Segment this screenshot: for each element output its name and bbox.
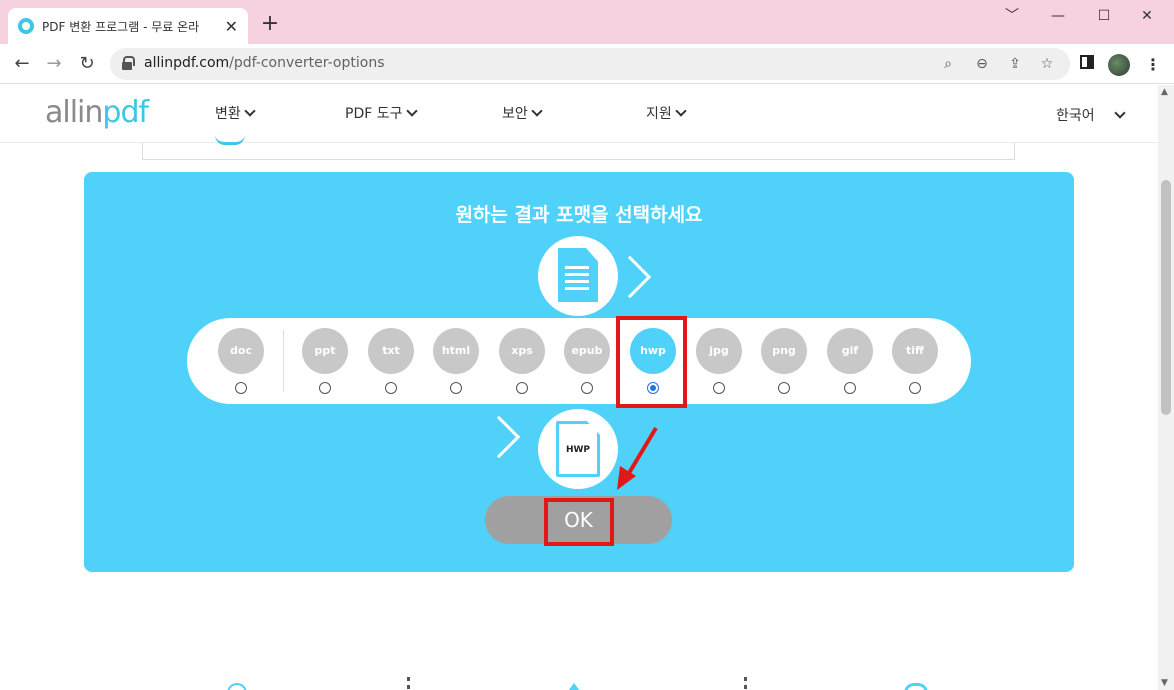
search-icon[interactable]: ⌕ <box>938 54 958 74</box>
format-radio-ppt[interactable] <box>319 382 331 394</box>
chevron-down-icon[interactable] <box>1114 107 1126 119</box>
bookmark-star-icon[interactable]: ☆ <box>1037 54 1057 74</box>
site-header: allinpdf 변환 PDF 도구 보안 지원 한국어 <box>0 85 1158 143</box>
new-tab-button[interactable]: + <box>258 12 282 36</box>
menu-kebab-icon[interactable]: ⋮ <box>1142 54 1164 76</box>
format-radio-txt[interactable] <box>385 382 397 394</box>
previous-section-box <box>142 143 1015 160</box>
browser-tab[interactable]: PDF 변환 프로그램 - 무료 온라 ✕ <box>8 8 248 44</box>
chevron-down-icon <box>244 105 256 117</box>
feature-icon <box>568 683 580 690</box>
format-radio-gif[interactable] <box>844 382 856 394</box>
feature-icon <box>904 683 928 690</box>
language-selector[interactable]: 한국어 <box>1056 105 1095 125</box>
hwp-file-icon: HWP <box>538 409 618 489</box>
format-options-bar: doc ppt txt html xps epub hwp jpg png gi… <box>187 318 971 404</box>
forward-button[interactable]: → <box>42 52 66 76</box>
menu-support[interactable]: 지원 <box>646 103 687 123</box>
format-radio-jpg[interactable] <box>713 382 725 394</box>
menu-security[interactable]: 보안 <box>502 103 543 123</box>
web-page: allinpdf 변환 PDF 도구 보안 지원 한국어 원하는 결과 포맷을 … <box>0 85 1158 690</box>
chevron-down-icon <box>675 105 687 117</box>
format-select-panel: 원하는 결과 포맷을 선택하세요 doc ppt txt html xps ep… <box>84 172 1074 572</box>
format-option-xps[interactable]: xps <box>499 328 545 394</box>
tab-close-icon[interactable]: ✕ <box>225 17 238 36</box>
format-option-jpg[interactable]: jpg <box>696 328 742 394</box>
format-option-ppt[interactable]: ppt <box>302 328 348 394</box>
lock-icon <box>122 56 135 70</box>
format-option-html[interactable]: html <box>433 328 479 394</box>
divider-dots <box>744 677 747 689</box>
reload-button[interactable]: ↻ <box>75 52 99 76</box>
format-radio-html[interactable] <box>450 382 462 394</box>
format-option-doc[interactable]: doc <box>218 328 264 394</box>
share-icon[interactable]: ⇪ <box>1005 54 1025 74</box>
feature-icon <box>227 683 247 690</box>
browser-toolbar: ← → ↻ allinpdf.com/pdf-converter-options… <box>0 44 1174 84</box>
scroll-thumb[interactable] <box>1161 180 1171 415</box>
scroll-down-icon[interactable]: ▼ <box>1161 678 1168 688</box>
document-icon <box>538 236 618 316</box>
format-option-gif[interactable]: gif <box>827 328 873 394</box>
back-button[interactable]: ← <box>10 52 34 76</box>
format-radio-tiff[interactable] <box>909 382 921 394</box>
format-radio-png[interactable] <box>778 382 790 394</box>
url-text: allinpdf.com/pdf-converter-options <box>144 55 385 71</box>
format-radio-epub[interactable] <box>581 382 593 394</box>
zoom-icon[interactable]: ⊖ <box>972 54 992 74</box>
address-bar[interactable]: allinpdf.com/pdf-converter-options ⌕ ⊖ ⇪… <box>110 48 1070 80</box>
tab-search-icon[interactable]: ﹀ <box>989 4 1035 28</box>
side-panel-icon[interactable] <box>1076 54 1098 76</box>
panel-title: 원하는 결과 포맷을 선택하세요 <box>455 204 703 226</box>
browser-titlebar: PDF 변환 프로그램 - 무료 온라 ✕ + ﹀ — ☐ ✕ <box>0 0 1174 44</box>
minimize-button[interactable]: — <box>1035 4 1081 28</box>
close-window-button[interactable]: ✕ <box>1124 4 1170 28</box>
tab-title: PDF 변환 프로그램 - 무료 온라 <box>42 19 200 34</box>
divider-dots <box>407 677 410 689</box>
format-option-epub[interactable]: epub <box>564 328 610 394</box>
chevron-down-icon <box>405 105 418 117</box>
menu-convert[interactable]: 변환 <box>215 103 256 123</box>
format-option-txt[interactable]: txt <box>368 328 414 394</box>
highlight-box-ok <box>544 498 614 546</box>
page-scrollbar[interactable]: ▲ ▼ <box>1158 85 1174 690</box>
profile-avatar[interactable] <box>1108 54 1130 76</box>
chevron-down-icon <box>531 105 543 117</box>
format-radio-xps[interactable] <box>516 382 528 394</box>
scroll-up-icon[interactable]: ▲ <box>1161 87 1168 97</box>
format-divider <box>283 330 284 392</box>
chevron-right-icon <box>477 415 521 459</box>
maximize-button[interactable]: ☐ <box>1081 4 1127 28</box>
format-radio-doc[interactable] <box>235 382 247 394</box>
site-logo[interactable]: allinpdf <box>45 95 149 130</box>
format-option-tiff[interactable]: tiff <box>892 328 938 394</box>
menu-pdf-tools[interactable]: PDF 도구 <box>345 103 418 123</box>
favicon-icon <box>18 18 34 34</box>
highlight-box-hwp <box>616 316 687 408</box>
format-option-png[interactable]: png <box>761 328 807 394</box>
